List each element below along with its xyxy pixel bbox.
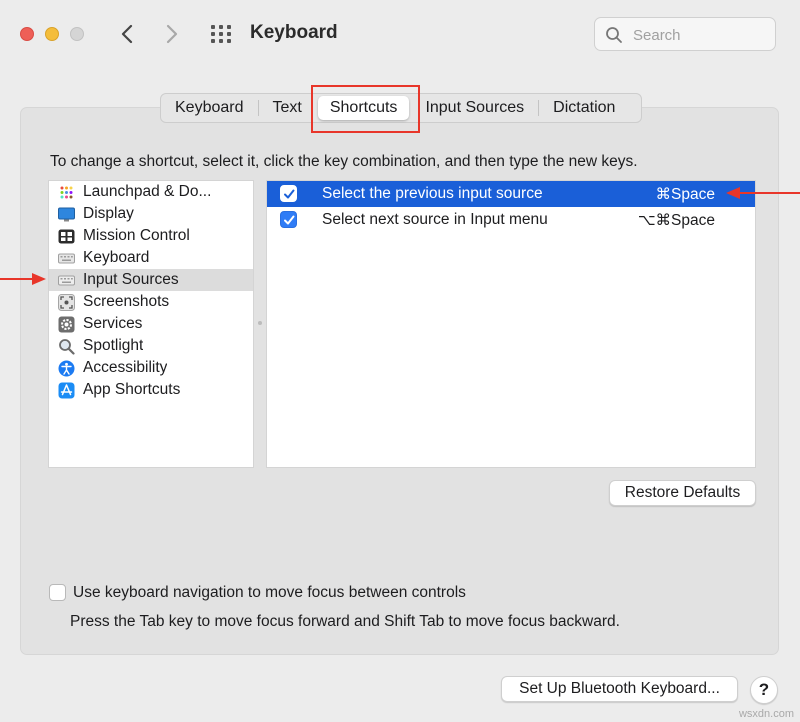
shortcut-key-combination[interactable]: ⌥⌘Space bbox=[638, 211, 715, 230]
category-label: Launchpad & Do... bbox=[83, 183, 212, 200]
back-button[interactable] bbox=[116, 20, 140, 48]
display-icon bbox=[58, 206, 75, 223]
category-label: Keyboard bbox=[83, 249, 150, 266]
forward-button[interactable] bbox=[160, 20, 184, 48]
show-all-button[interactable] bbox=[210, 24, 232, 44]
title-bar: Keyboard bbox=[0, 0, 800, 68]
category-item-mission-control[interactable]: Mission Control bbox=[49, 225, 253, 247]
screenshot-icon bbox=[58, 293, 75, 311]
help-button[interactable]: ? bbox=[750, 676, 778, 704]
checkmark-icon bbox=[284, 189, 295, 199]
shortcut-row-next-source[interactable]: Select next source in Input menu ⌥⌘Space bbox=[267, 207, 755, 233]
shortcut-key-combination[interactable]: ⌘Space bbox=[656, 185, 715, 204]
shortcut-list[interactable]: Select the previous input source ⌘Space … bbox=[266, 180, 756, 468]
category-label: Display bbox=[83, 205, 134, 222]
split-view-divider[interactable] bbox=[256, 318, 264, 328]
app-store-icon bbox=[58, 382, 75, 399]
category-item-app-shortcuts[interactable]: App Shortcuts bbox=[49, 379, 253, 401]
grid-icon bbox=[211, 25, 231, 43]
category-label: Services bbox=[83, 315, 143, 332]
category-item-launchpad[interactable]: Launchpad & Do... bbox=[49, 181, 253, 203]
accessibility-icon bbox=[58, 360, 75, 377]
search-icon bbox=[606, 27, 622, 43]
search-field[interactable] bbox=[594, 17, 776, 51]
search-input[interactable] bbox=[631, 24, 769, 46]
shortcut-checkbox[interactable] bbox=[280, 211, 297, 228]
mission-control-icon bbox=[58, 228, 75, 245]
shortcut-label: Select next source in Input menu bbox=[322, 211, 548, 228]
launchpad-icon bbox=[58, 184, 75, 201]
category-item-input-sources[interactable]: Input Sources bbox=[49, 269, 253, 291]
category-label: Input Sources bbox=[83, 271, 179, 288]
shortcut-row-previous-input-source[interactable]: Select the previous input source ⌘Space bbox=[267, 181, 755, 207]
minimize-window-button[interactable] bbox=[45, 27, 59, 41]
category-label: Screenshots bbox=[83, 293, 170, 310]
tab-keyboard[interactable]: Keyboard bbox=[161, 96, 258, 120]
tab-shortcuts[interactable]: Shortcuts bbox=[317, 96, 410, 120]
tab-input-sources[interactable]: Input Sources bbox=[411, 96, 538, 120]
gear-icon bbox=[58, 316, 75, 333]
category-item-services[interactable]: Services bbox=[49, 313, 253, 335]
magnifier-icon bbox=[58, 338, 75, 355]
category-label: Spotlight bbox=[83, 337, 144, 354]
shortcut-label: Select the previous input source bbox=[322, 185, 543, 202]
category-item-keyboard[interactable]: Keyboard bbox=[49, 247, 253, 269]
shortcut-checkbox[interactable] bbox=[280, 185, 297, 202]
keyboard-icon bbox=[58, 250, 75, 267]
category-label: Accessibility bbox=[83, 359, 168, 376]
window-title: Keyboard bbox=[250, 22, 338, 43]
category-list[interactable]: Launchpad & Do... Display Mission Contro… bbox=[48, 180, 254, 468]
category-item-display[interactable]: Display bbox=[49, 203, 253, 225]
watermark: wsxdn.com bbox=[738, 708, 794, 720]
tab-dictation[interactable]: Dictation bbox=[539, 96, 629, 120]
tab-text[interactable]: Text bbox=[259, 96, 316, 120]
category-label: App Shortcuts bbox=[83, 381, 181, 398]
close-window-button[interactable] bbox=[20, 27, 34, 41]
checkmark-icon bbox=[284, 215, 295, 225]
category-item-spotlight[interactable]: Spotlight bbox=[49, 335, 253, 357]
instructions-text: To change a shortcut, select it, click t… bbox=[50, 153, 638, 170]
setup-bluetooth-keyboard-button[interactable]: Set Up Bluetooth Keyboard... bbox=[501, 676, 738, 702]
category-label: Mission Control bbox=[83, 227, 190, 244]
input-sources-icon bbox=[58, 272, 75, 289]
divider-grip-icon bbox=[258, 321, 262, 325]
keyboard-navigation-label[interactable]: Use keyboard navigation to move focus be… bbox=[73, 584, 466, 602]
chevron-left-icon bbox=[121, 24, 133, 44]
category-item-accessibility[interactable]: Accessibility bbox=[49, 357, 253, 379]
restore-defaults-button[interactable]: Restore Defaults bbox=[609, 480, 756, 506]
zoom-window-button[interactable] bbox=[70, 27, 84, 41]
chevron-right-icon bbox=[166, 24, 178, 44]
keyboard-navigation-description: Press the Tab key to move focus forward … bbox=[70, 613, 620, 630]
keyboard-navigation-checkbox[interactable] bbox=[49, 584, 66, 601]
tab-bar: Keyboard Text Shortcuts Input Sources Di… bbox=[160, 93, 642, 123]
category-item-screenshots[interactable]: Screenshots bbox=[49, 291, 253, 313]
